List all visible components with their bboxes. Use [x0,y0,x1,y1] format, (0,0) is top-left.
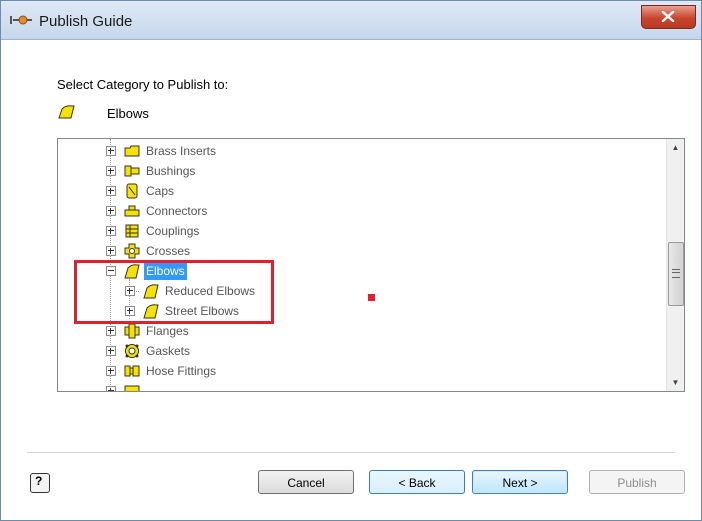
title-bar[interactable]: Publish Guide [1,1,701,40]
tree-item-label: Hose Fittings [146,364,217,378]
connector-icon [124,205,140,217]
gasket-icon [125,344,139,358]
expand-icon[interactable] [106,246,116,256]
footer-separator [27,452,675,453]
app-icon [10,15,32,25]
expand-icon[interactable] [106,146,116,156]
back-button[interactable]: < Back [369,470,465,494]
vertical-scrollbar[interactable]: ▲ ▼ [666,139,684,391]
fitting-icon [124,385,140,391]
brass-insert-icon [124,145,140,157]
scroll-down-icon[interactable]: ▼ [667,374,684,391]
tree-item-couplings[interactable]: Couplings [58,221,658,241]
tree-item-label: Bushings [146,164,196,178]
coupling-icon [125,224,139,238]
scroll-thumb[interactable] [668,242,684,306]
annotation-highlight-box [74,260,274,324]
close-icon [661,11,675,22]
elbow-icon [58,105,75,119]
expand-icon[interactable] [106,346,116,356]
tree-item-label: Gaskets [146,344,191,358]
tree-item-flanges[interactable]: Flanges [58,321,658,341]
cap-icon [126,183,138,199]
tree-item-bushings[interactable]: Bushings [58,161,658,181]
tree-item-crosses[interactable]: Crosses [58,241,658,261]
annotation-marker [368,294,375,301]
tree-item-brass-inserts[interactable]: Brass Inserts [58,141,658,161]
expand-icon[interactable] [106,206,116,216]
tree-item-label: Brass Inserts [146,144,217,158]
expand-icon [106,386,116,391]
tree-item-gaskets[interactable]: Gaskets [58,341,658,361]
publish-button[interactable]: Publish [589,470,685,494]
close-button[interactable] [641,5,696,29]
grip-icon [672,269,680,278]
tree-item-partial [58,381,658,391]
bushing-icon [124,165,140,177]
tree-item-hose-fittings[interactable]: Hose Fittings [58,361,658,381]
publish-guide-window: Publish Guide Select Category to Publish… [0,0,702,521]
tree-item-caps[interactable]: Caps [58,181,658,201]
category-prompt: Select Category to Publish to: [57,77,229,92]
selected-category-label: Elbows [107,106,149,121]
tree-item-label: Connectors [146,204,208,218]
cancel-button[interactable]: Cancel [258,470,354,494]
tree-item-label: Crosses [146,244,191,258]
hose-fitting-icon [124,365,140,377]
flange-icon [124,323,140,339]
window-title: Publish Guide [39,13,133,30]
tree-item-label: Caps [146,184,175,198]
next-button[interactable]: Next > [472,470,568,494]
expand-icon[interactable] [106,226,116,236]
tree-item-label: Flanges [146,324,189,338]
tree-item-connectors[interactable]: Connectors [58,201,658,221]
help-icon: ? [35,474,43,488]
expand-icon[interactable] [106,186,116,196]
expand-icon[interactable] [106,166,116,176]
scroll-up-icon[interactable]: ▲ [667,139,684,156]
expand-icon[interactable] [106,326,116,336]
help-button[interactable]: ? [30,473,50,493]
cross-icon [124,243,140,259]
tree-item-label: Couplings [146,224,200,238]
expand-icon[interactable] [106,366,116,376]
